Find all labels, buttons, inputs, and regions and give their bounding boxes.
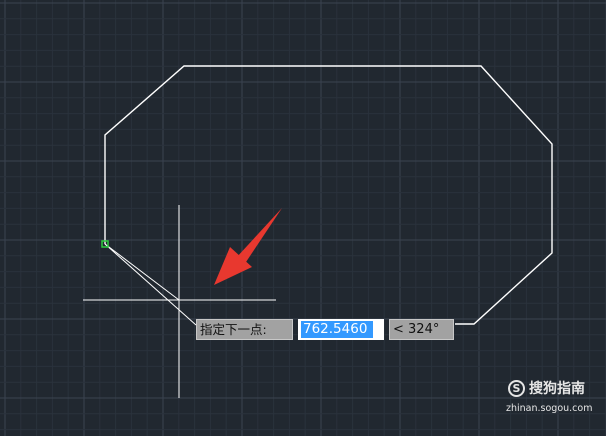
watermark-name: 搜狗指南 (529, 381, 585, 397)
sogou-logo-icon: S (508, 380, 525, 397)
length-input-field[interactable]: 762.5460 (298, 319, 384, 340)
angle-input-field[interactable]: < 324° (389, 319, 454, 340)
sogou-watermark: S 搜狗指南 zhinan.sogou.com (506, 378, 598, 422)
drawing-canvas[interactable] (0, 0, 606, 436)
dynamic-input-prompt: 指定下一点: (196, 319, 293, 340)
watermark-domain: zhinan.sogou.com (506, 403, 593, 414)
length-input-value[interactable]: 762.5460 (301, 321, 373, 338)
